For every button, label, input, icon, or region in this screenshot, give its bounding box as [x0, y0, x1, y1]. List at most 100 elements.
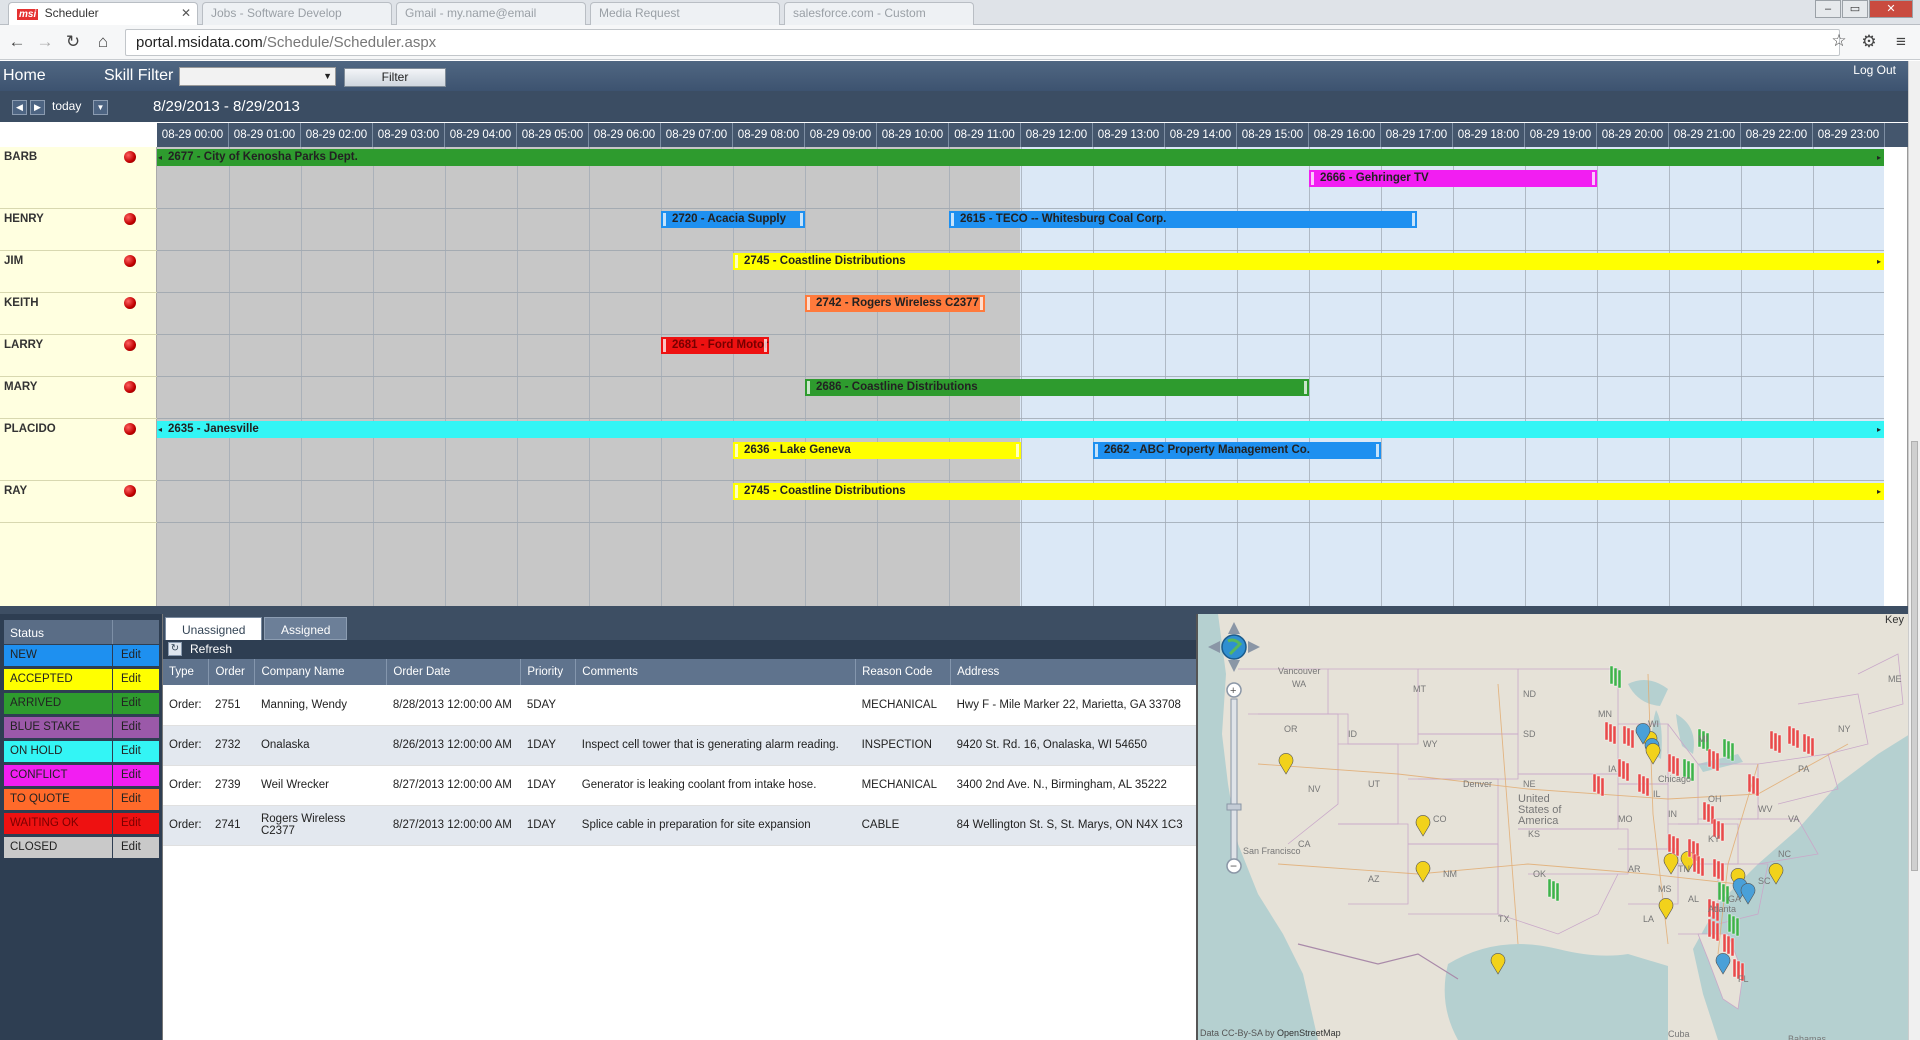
resize-handle-left[interactable] — [1311, 171, 1314, 185]
browser-tab-active[interactable]: msi Scheduler ✕ — [8, 2, 198, 25]
refresh-icon[interactable]: ↻ — [168, 642, 182, 656]
map-canvas[interactable]: + − — [1198, 614, 1908, 1040]
status-edit-button[interactable]: Edit — [113, 717, 159, 738]
appointment-bar[interactable]: 2636 - Lake Geneva — [733, 441, 1021, 459]
map-panel[interactable]: + − WA OR ID MT WY NV UT CO CA AZ NM ND SD NE KS OK TX MN… — [1196, 614, 1908, 1040]
resize-handle-left[interactable] — [951, 213, 954, 226]
scrollbar-thumb[interactable] — [1911, 441, 1918, 871]
appointment-bar[interactable]: 2686 - Coastline Distributions — [805, 379, 1309, 396]
status-dot-icon[interactable] — [124, 213, 136, 225]
resize-handle-right[interactable] — [1412, 213, 1415, 226]
status-edit-button[interactable]: Edit — [113, 765, 159, 786]
url-input[interactable]: portal.msidata.com/Schedule/Scheduler.as… — [125, 29, 1840, 56]
globe-icon[interactable] — [1221, 634, 1247, 660]
table-row[interactable]: Order: 2739 Weil Wrecker 8/27/2013 12:00:00… — [163, 765, 1197, 806]
resize-handle-left[interactable] — [663, 339, 666, 352]
resource-row[interactable]: KEITH — [0, 293, 157, 335]
column-header[interactable]: Reason Code — [855, 659, 952, 685]
resource-row[interactable]: PLACIDO — [0, 419, 157, 481]
skill-filter-select[interactable]: ▼ — [179, 67, 336, 86]
status-dot-icon[interactable] — [124, 255, 136, 267]
home-icon[interactable]: ⌂ — [92, 31, 114, 53]
column-header[interactable]: Type — [163, 659, 210, 685]
logout-link[interactable]: Log Out — [1853, 63, 1896, 77]
menu-icon[interactable]: ≡ — [1890, 31, 1912, 53]
resize-handle-left[interactable] — [663, 213, 666, 226]
status-edit-button[interactable]: Edit — [113, 741, 159, 762]
browser-tab[interactable]: salesforce.com - Custom — [784, 2, 974, 25]
table-row[interactable]: Order: 2751 Manning, Wendy 8/28/2013 12:00:… — [163, 685, 1197, 726]
resize-handle-right[interactable] — [1304, 381, 1307, 394]
pane-splitter[interactable] — [0, 606, 1908, 614]
table-row[interactable]: Order: 2741 Rogers Wireless C2377 8/27/2013… — [163, 805, 1197, 846]
appointment-bar[interactable]: 2615 - TECO -- Whitesburg Coal Corp. — [949, 211, 1417, 228]
resize-handle-left[interactable] — [735, 443, 738, 457]
appointment-bar[interactable]: ◂ 2635 - Janesville ▸ — [157, 421, 1884, 438]
filter-button[interactable]: Filter — [344, 68, 446, 87]
column-header[interactable]: Order — [208, 659, 256, 685]
today-button[interactable]: today — [52, 99, 81, 113]
close-window-button[interactable]: ✕ — [1869, 0, 1913, 18]
resize-handle-right[interactable] — [980, 297, 983, 310]
browser-tab[interactable]: Jobs - Software Develop — [202, 2, 392, 25]
maximize-window-button[interactable]: ▭ — [1842, 0, 1868, 18]
status-dot-icon[interactable] — [124, 339, 136, 351]
resize-handle-left[interactable] — [1095, 443, 1098, 457]
zoom-slider-handle[interactable] — [1226, 803, 1242, 811]
resize-handle-right[interactable] — [800, 213, 803, 226]
column-header[interactable]: Comments — [575, 659, 857, 685]
appointment-bar[interactable]: 2720 - Acacia Supply — [661, 211, 805, 228]
resource-row[interactable]: BARB — [0, 147, 157, 209]
resize-handle-left[interactable] — [735, 485, 738, 498]
status-dot-icon[interactable] — [124, 485, 136, 497]
status-edit-button[interactable]: Edit — [113, 645, 159, 666]
resize-handle-right[interactable] — [1016, 443, 1019, 457]
refresh-button[interactable]: Refresh — [190, 642, 232, 656]
resize-handle-right[interactable] — [764, 339, 767, 352]
forward-arrow-icon[interactable]: → — [34, 31, 56, 53]
resource-row[interactable]: MARY — [0, 377, 157, 419]
tab-unassigned[interactable]: Unassigned — [165, 617, 263, 640]
status-dot-icon[interactable] — [124, 297, 136, 309]
resource-row[interactable]: LARRY — [0, 335, 157, 377]
status-dot-icon[interactable] — [124, 423, 136, 435]
osm-link[interactable]: OpenStreetMap — [1277, 1028, 1341, 1038]
today-dropdown-icon[interactable]: ▼ — [93, 100, 108, 115]
resize-handle-left[interactable] — [807, 297, 810, 310]
column-header[interactable]: Priority — [520, 659, 577, 685]
status-edit-button[interactable]: Edit — [113, 693, 159, 714]
column-header[interactable]: Company Name — [254, 659, 388, 685]
appointment-bar[interactable]: 2662 - ABC Property Management Co. — [1093, 441, 1381, 459]
resize-handle-right[interactable] — [1592, 171, 1595, 185]
prev-day-button[interactable]: ◀ — [12, 100, 27, 115]
tab-assigned[interactable]: Assigned — [264, 617, 348, 640]
browser-tab[interactable]: Gmail - my.name@email — [396, 2, 586, 25]
schedule-grid[interactable]: ◂ 2677 - City of Kenosha Parks Dept. ▸ 2666… — [157, 147, 1884, 606]
status-edit-button[interactable]: Edit — [113, 813, 159, 834]
appointment-bar[interactable]: 2666 - Gehringer TV — [1309, 169, 1597, 187]
resource-row[interactable]: HENRY — [0, 209, 157, 251]
close-tab-icon[interactable]: ✕ — [181, 6, 191, 20]
browser-tab[interactable]: Media Request — [590, 2, 780, 25]
resize-handle-left[interactable] — [807, 381, 810, 394]
resource-row[interactable]: RAY — [0, 481, 157, 523]
status-edit-button[interactable]: Edit — [113, 669, 159, 690]
next-day-button[interactable]: ▶ — [30, 100, 45, 115]
minimize-window-button[interactable]: – — [1815, 0, 1841, 18]
appointment-bar[interactable]: ◂ 2677 - City of Kenosha Parks Dept. ▸ — [157, 149, 1884, 166]
map-key-link[interactable]: Key — [1885, 614, 1904, 626]
column-header[interactable]: Order Date — [386, 659, 522, 685]
back-arrow-icon[interactable]: ← — [6, 31, 28, 53]
appointment-bar[interactable]: 2745 - Coastline Distributions ▸ — [733, 253, 1884, 270]
home-link[interactable]: Home — [3, 67, 46, 85]
bookmark-star-icon[interactable]: ☆ — [1828, 30, 1850, 52]
status-dot-icon[interactable] — [124, 151, 136, 163]
status-edit-button[interactable]: Edit — [113, 789, 159, 810]
resize-handle-left[interactable] — [735, 255, 738, 268]
status-dot-icon[interactable] — [124, 381, 136, 393]
appointment-bar[interactable]: 2745 - Coastline Distributions ▸ — [733, 483, 1884, 500]
page-scrollbar[interactable] — [1908, 61, 1920, 1040]
extension-icon[interactable]: ⚙ — [1858, 31, 1880, 53]
appointment-bar[interactable]: 2681 - Ford Motor — [661, 337, 769, 354]
resource-row[interactable]: JIM — [0, 251, 157, 293]
